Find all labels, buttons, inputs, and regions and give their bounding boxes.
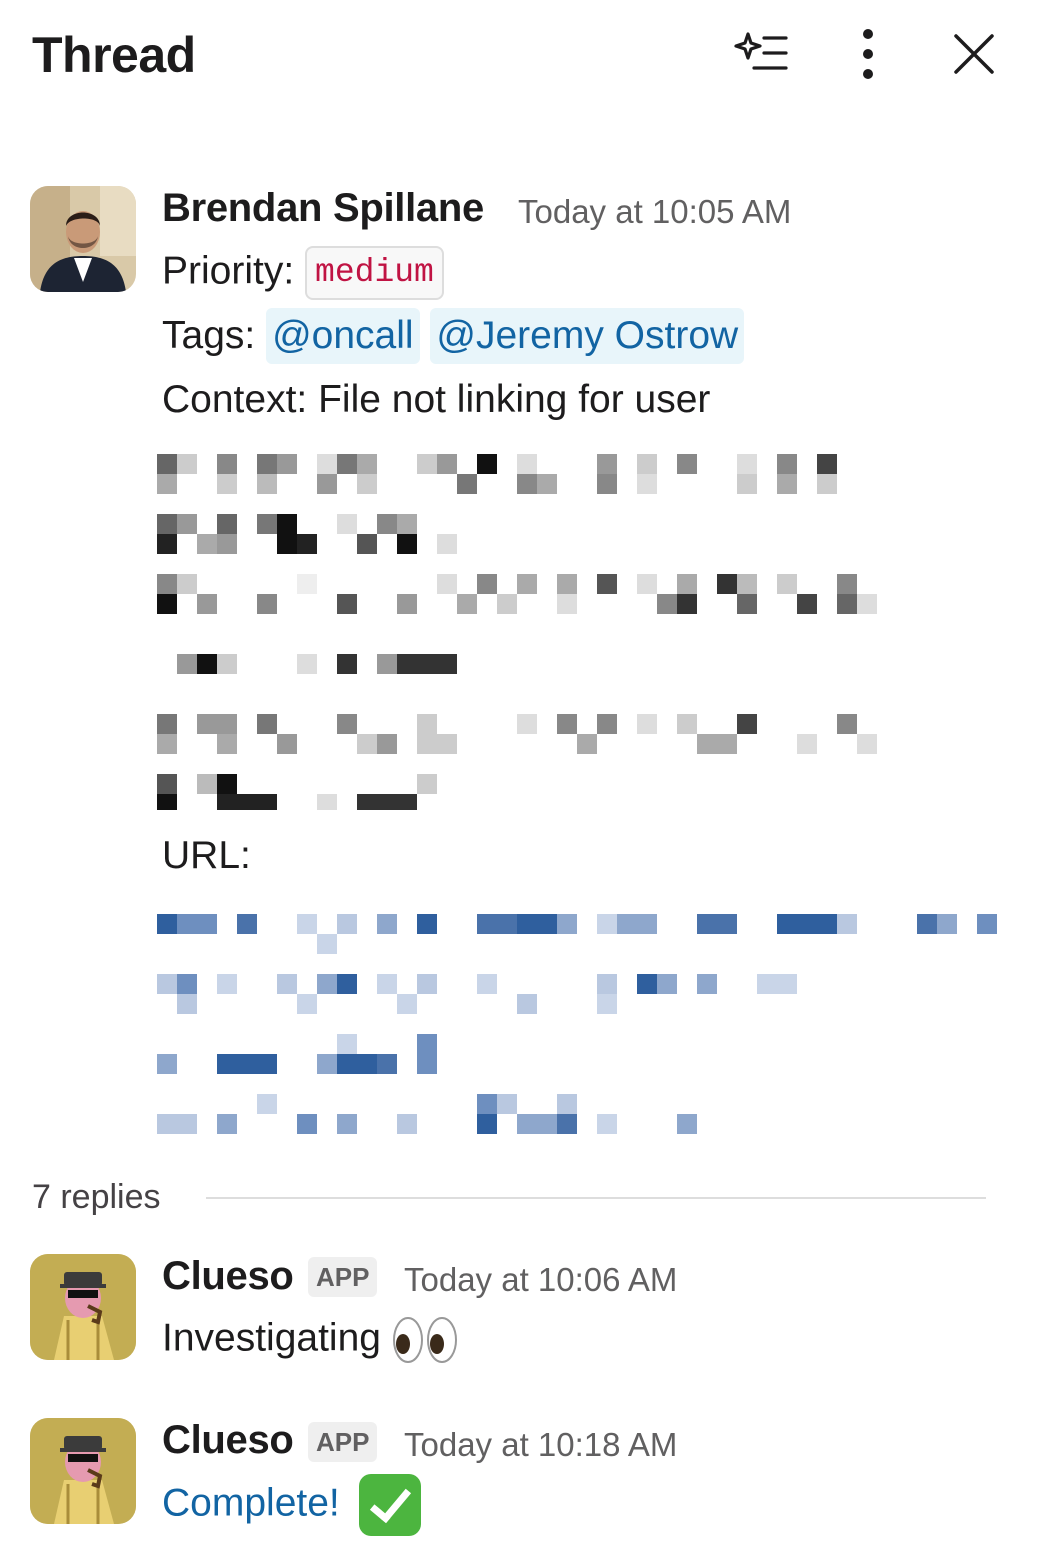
redacted-url-link[interactable] (157, 894, 997, 1134)
close-icon (954, 34, 994, 74)
priority-code: medium (305, 246, 444, 300)
tags-line: Tags: @oncall @Jeremy Ostrow (162, 308, 745, 364)
priority-line: Priority: medium (162, 246, 444, 300)
ai-summarize-icon (734, 32, 788, 70)
white-check-mark-emoji-icon (358, 1474, 421, 1536)
redacted-context-text (157, 454, 877, 810)
thread-title: Thread (32, 27, 196, 83)
avatar-clueso-2[interactable] (30, 1418, 136, 1524)
clueso-avatar-image (30, 1418, 136, 1524)
close-thread-button[interactable] (944, 24, 1004, 84)
message-timestamp[interactable]: Today at 10:05 AM (518, 193, 791, 231)
more-vertical-icon (863, 29, 873, 79)
url-label: URL: (162, 834, 251, 877)
reply-author[interactable]: Clueso (162, 1254, 294, 1299)
context-line: Context: File not linking for user (162, 378, 711, 421)
avatar-photo (30, 186, 136, 292)
mention-oncall[interactable]: @oncall (266, 308, 420, 364)
tags-label: Tags: (162, 314, 256, 357)
priority-label: Priority: (162, 249, 295, 293)
reply-text-line: Investigating (162, 1314, 458, 1366)
replies-count: 7 replies (32, 1178, 161, 1216)
reply-text-link[interactable]: Complete! (162, 1481, 340, 1524)
eyes-emoji-icon (392, 1317, 457, 1363)
avatar-brendan[interactable] (30, 186, 136, 292)
reply-timestamp[interactable]: Today at 10:18 AM (404, 1426, 677, 1464)
avatar-clueso[interactable] (30, 1254, 136, 1360)
thread-header: Thread (0, 0, 1042, 110)
more-options-button[interactable] (838, 24, 898, 84)
app-badge: APP (308, 1422, 378, 1462)
reply-timestamp[interactable]: Today at 10:06 AM (404, 1261, 677, 1299)
reply-text-line: Complete! (162, 1474, 421, 1536)
app-badge: APP (308, 1257, 378, 1297)
ai-summarize-button[interactable] (730, 24, 790, 84)
reply-author[interactable]: Clueso (162, 1418, 294, 1463)
replies-divider (206, 1197, 986, 1199)
message-author[interactable]: Brendan Spillane (162, 186, 484, 231)
mention-jeremy-ostrow[interactable]: @Jeremy Ostrow (430, 308, 745, 364)
reply-text: Investigating (162, 1316, 381, 1360)
clueso-avatar-image (30, 1254, 136, 1360)
